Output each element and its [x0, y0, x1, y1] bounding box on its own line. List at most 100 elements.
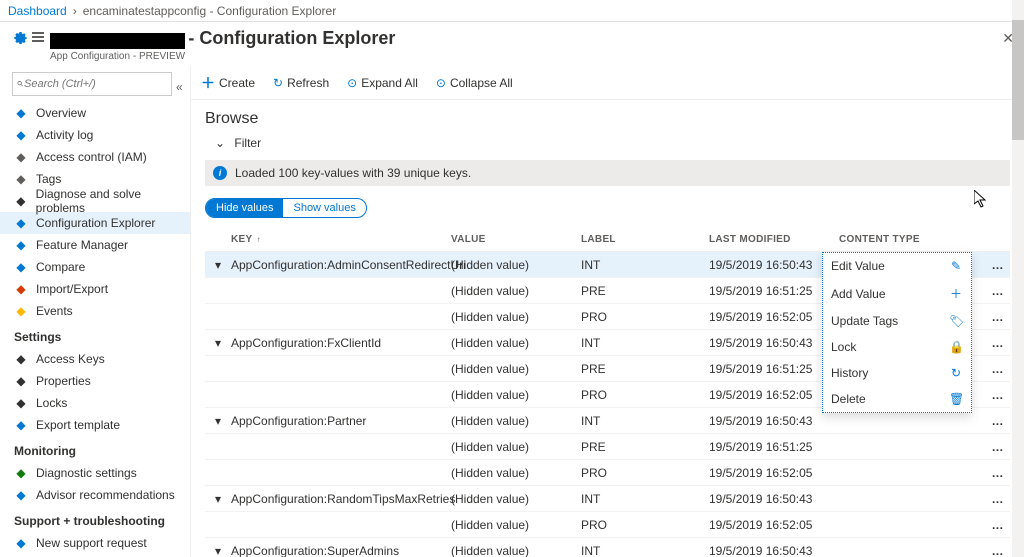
cell-value: (Hidden value) [451, 492, 581, 506]
sidebar-item-advisor-recommendations[interactable]: ◆Advisor recommendations [12, 484, 190, 506]
row-actions-button[interactable]: … [986, 258, 1010, 272]
row-actions-button[interactable]: … [986, 414, 1010, 428]
sidebar-item-import-export[interactable]: ◆Import/Export [12, 278, 190, 300]
menu-item-update-tags[interactable]: Update Tags 🏷 [823, 308, 971, 334]
col-content-type[interactable]: CONTENT TYPE [839, 234, 986, 245]
cell-key: AppConfiguration:RandomTipsMaxRetries [231, 492, 451, 506]
sidebar-collapse-icon[interactable]: « [176, 80, 183, 94]
breadcrumb-sep: › [73, 4, 77, 18]
menu-item-icon: 🏷 [949, 314, 963, 328]
col-modified[interactable]: LAST MODIFIED [709, 234, 839, 245]
cell-modified: 19/5/2019 16:51:25 [709, 362, 839, 376]
sidebar-item-properties[interactable]: ◆Properties [12, 370, 190, 392]
menu-item-edit-value[interactable]: Edit Value✎ [823, 253, 971, 279]
table-row[interactable]: (Hidden value)PRE19/5/2019 16:51:25… [205, 434, 1010, 460]
menu-item-icon: ↻ [949, 366, 963, 380]
collapse-all-button[interactable]: ⊙Collapse All [436, 76, 513, 90]
blade-header: - Configuration Explorer App Configurati… [0, 22, 1024, 66]
sidebar-item-diagnostic-settings[interactable]: ◆Diagnostic settings [12, 462, 190, 484]
view-icon: ◆ [14, 106, 28, 120]
row-actions-button[interactable]: … [986, 492, 1010, 506]
menu-item-add-value[interactable]: Add Value＋ [823, 279, 971, 308]
people-icon: ◆ [14, 150, 28, 164]
menu-item-label: Update Tags [831, 314, 898, 328]
menu-item-history[interactable]: History ↻ [823, 360, 971, 386]
menu-item-icon: ＋ [949, 285, 963, 302]
cell-value: (Hidden value) [451, 466, 581, 480]
sidebar-item-overview[interactable]: ◆ Overview [12, 102, 190, 124]
sidebar-item-export-template[interactable]: ◆Export template [12, 414, 190, 436]
menu-item-label: Delete [831, 392, 866, 406]
sidebar-item-diagnose-and-solve-problems[interactable]: ◆Diagnose and solve problems [12, 190, 190, 212]
row-actions-button[interactable]: … [986, 518, 1010, 532]
plus-icon: ＋ [201, 73, 215, 93]
filter-toggle[interactable]: ⌄ Filter [215, 136, 1010, 150]
show-values-pill[interactable]: Show values [283, 199, 365, 217]
sidebar-item-label: New support request [36, 536, 147, 550]
breadcrumb: Dashboard › encaminatestappconfig - Conf… [0, 0, 1024, 22]
page-subtitle: App Configuration - PREVIEW [50, 51, 395, 62]
sidebar-item-locks[interactable]: ◆Locks [12, 392, 190, 414]
cell-label: INT [581, 258, 709, 272]
hide-values-pill[interactable]: Hide values [206, 199, 283, 217]
sidebar-item-label: Properties [36, 374, 91, 388]
menu-item-lock[interactable]: Lock🔒 [823, 334, 971, 360]
breadcrumb-root[interactable]: Dashboard [8, 4, 67, 18]
row-actions-button[interactable]: … [986, 284, 1010, 298]
search-input[interactable] [24, 78, 167, 90]
refresh-button[interactable]: ↻Refresh [273, 76, 329, 90]
table-row[interactable]: (Hidden value)PRO19/5/2019 16:52:05… [205, 460, 1010, 486]
cell-modified: 19/5/2019 16:50:43 [709, 336, 839, 350]
sidebar-item-label: Export template [36, 418, 120, 432]
expand-toggle[interactable]: ▾ [205, 544, 231, 557]
row-actions-button[interactable]: … [986, 336, 1010, 350]
advisor-icon: ◆ [14, 488, 28, 502]
breadcrumb-current: encaminatestappconfig - Configuration Ex… [83, 4, 336, 18]
row-actions-button[interactable]: … [986, 310, 1010, 324]
col-value[interactable]: VALUE [451, 234, 581, 245]
row-actions-button[interactable]: … [986, 544, 1010, 557]
menu-item-label: History [831, 366, 868, 380]
value-visibility-toggle: Hide values Show values [205, 198, 367, 218]
sidebar-item-label: Tags [36, 172, 61, 186]
sidebar-search[interactable] [12, 72, 172, 96]
sidebar-item-label: Events [36, 304, 73, 318]
scrollbar-thumb[interactable] [1012, 20, 1024, 140]
sidebar-item-new-support-request[interactable]: ◆New support request [12, 532, 190, 554]
sidebar-item-label: Overview [36, 106, 86, 120]
cell-value: (Hidden value) [451, 336, 581, 350]
menu-item-delete[interactable]: Delete🗑 [823, 386, 971, 412]
cell-modified: 19/5/2019 16:51:25 [709, 284, 839, 298]
row-actions-button[interactable]: … [986, 440, 1010, 454]
expand-toggle[interactable]: ▾ [205, 414, 231, 428]
expand-toggle[interactable]: ▾ [205, 492, 231, 506]
expand-toggle[interactable]: ▾ [205, 336, 231, 350]
sidebar-item-activity-log[interactable]: ◆Activity log [12, 124, 190, 146]
expand-all-button[interactable]: ⊙Expand All [347, 76, 418, 90]
row-actions-button[interactable]: … [986, 362, 1010, 376]
cell-label: INT [581, 492, 709, 506]
sidebar-item-label: Diagnose and solve problems [36, 187, 190, 215]
sidebar-group-title: Monitoring [12, 436, 190, 462]
cell-key: AppConfiguration:Partner [231, 414, 451, 428]
sidebar-item-access-keys[interactable]: ◆Access Keys [12, 348, 190, 370]
row-actions-button[interactable]: … [986, 466, 1010, 480]
table-row[interactable]: ▾AppConfiguration:RandomTipsMaxRetries(H… [205, 486, 1010, 512]
vertical-scrollbar[interactable] [1012, 0, 1024, 557]
create-button[interactable]: ＋Create [201, 73, 255, 93]
menu-icon [32, 30, 44, 44]
cell-modified: 19/5/2019 16:52:05 [709, 518, 839, 532]
expand-toggle[interactable]: ▾ [205, 258, 231, 272]
feature-icon: ◆ [14, 238, 28, 252]
col-key[interactable]: KEY↑ [231, 234, 451, 245]
sidebar-item-events[interactable]: ◆Events [12, 300, 190, 322]
sidebar-item-configuration-explorer[interactable]: ◆Configuration Explorer [0, 212, 190, 234]
table-row[interactable]: ▾AppConfiguration:SuperAdmins(Hidden val… [205, 538, 1010, 557]
row-actions-button[interactable]: … [986, 388, 1010, 402]
table-row[interactable]: (Hidden value)PRO19/5/2019 16:52:05… [205, 512, 1010, 538]
sidebar-item-access-control-iam-[interactable]: ◆Access control (IAM) [12, 146, 190, 168]
sidebar-item-compare[interactable]: ◆Compare [12, 256, 190, 278]
sidebar-group-title: Support + troubleshooting [12, 506, 190, 532]
sidebar-item-feature-manager[interactable]: ◆Feature Manager [12, 234, 190, 256]
col-label[interactable]: LABEL [581, 234, 709, 245]
